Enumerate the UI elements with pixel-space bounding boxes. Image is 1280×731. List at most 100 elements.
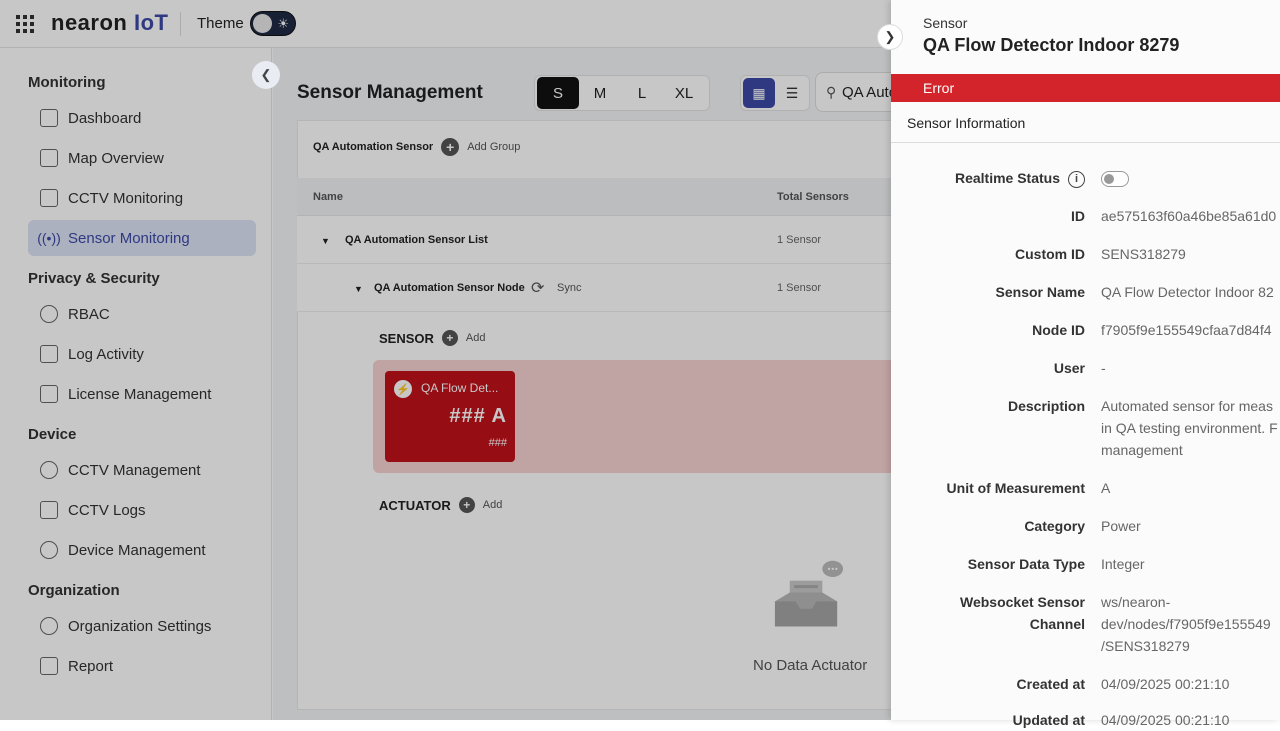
sidebar-item-license-management[interactable]: License Management bbox=[28, 376, 256, 412]
chevron-left-icon: ❮ bbox=[260, 67, 272, 82]
section-title-monitoring: Monitoring bbox=[28, 74, 106, 91]
field-value-description-line1: Automated sensor for meas bbox=[1101, 398, 1273, 414]
sensor-section-title: SENSOR bbox=[379, 330, 434, 346]
sidebar-item-dashboard[interactable]: Dashboard bbox=[28, 100, 256, 136]
page-title: Sensor Management bbox=[297, 82, 483, 103]
divider bbox=[891, 142, 1280, 143]
sync-icon[interactable]: ⟳ bbox=[531, 278, 544, 298]
sun-icon: ☀ bbox=[277, 16, 289, 31]
sidebar-item-cctv-monitoring[interactable]: CCTV Monitoring bbox=[28, 180, 256, 216]
sidebar-item-label: CCTV Logs bbox=[68, 501, 146, 519]
sidebar-collapse-button[interactable]: ❮ bbox=[252, 61, 280, 89]
realtime-status-label: Realtime Status i bbox=[955, 167, 1085, 189]
field-label-websocket-line1: Websocket Sensor bbox=[959, 594, 1085, 610]
row-name: QA Automation Sensor Node bbox=[374, 282, 525, 294]
add-actuator-button[interactable]: + bbox=[458, 497, 475, 513]
field-label-node-id: Node ID bbox=[1032, 322, 1085, 338]
field-label-sensor-name: Sensor Name bbox=[995, 284, 1085, 300]
info-icon[interactable]: i bbox=[1068, 170, 1085, 188]
size-m-button[interactable]: M bbox=[579, 77, 621, 109]
drawer-kind: Sensor bbox=[923, 15, 968, 31]
add-actuator-label[interactable]: Add bbox=[483, 499, 503, 511]
map-icon bbox=[40, 149, 58, 167]
dots-grid-icon bbox=[40, 461, 58, 479]
column-header-name: Name bbox=[313, 191, 343, 203]
sidebar-item-label: Organization Settings bbox=[68, 617, 212, 635]
column-header-total-sensors: Total Sensors bbox=[777, 191, 849, 203]
sidebar-item-sensor-monitoring[interactable]: ((•)) Sensor Monitoring bbox=[28, 220, 256, 256]
chevron-right-icon: ❯ bbox=[884, 29, 896, 44]
camera-icon bbox=[40, 189, 58, 207]
sidebar-item-report[interactable]: Report bbox=[28, 648, 256, 684]
field-value-description-line3: management bbox=[1101, 442, 1183, 458]
list-view-button[interactable]: ☰ bbox=[776, 78, 808, 108]
table-row[interactable]: ▼ QA Automation Sensor List 1 Sensor bbox=[297, 216, 907, 264]
size-xl-button[interactable]: XL bbox=[663, 77, 705, 109]
sidebar-item-label: CCTV Management bbox=[68, 461, 201, 479]
actuator-section-header: ACTUATOR + Add bbox=[379, 497, 502, 513]
sidebar-item-log-activity[interactable]: Log Activity bbox=[28, 336, 256, 372]
add-sensor-label[interactable]: Add bbox=[466, 332, 486, 344]
field-label-updated-at: Updated at bbox=[1012, 712, 1085, 728]
sensor-card-value: ### A bbox=[449, 405, 507, 427]
field-label-data-type: Sensor Data Type bbox=[967, 556, 1085, 572]
realtime-status-toggle[interactable] bbox=[1101, 171, 1129, 187]
report-icon bbox=[40, 657, 58, 675]
license-icon bbox=[40, 385, 58, 403]
sidebar-item-rbac[interactable]: RBAC bbox=[28, 296, 256, 332]
sidebar-item-label: Dashboard bbox=[68, 109, 142, 127]
field-label-websocket-line2: Channel bbox=[1029, 616, 1085, 632]
field-value-unit: A bbox=[1101, 480, 1111, 496]
sidebar-item-device-management[interactable]: Device Management bbox=[28, 532, 256, 568]
toggle-knob bbox=[1104, 174, 1114, 184]
field-label-user: User bbox=[1053, 360, 1085, 376]
list-icon: ☰ bbox=[785, 84, 799, 101]
field-label-unit: Unit of Measurement bbox=[946, 480, 1085, 496]
gear-icon bbox=[40, 617, 58, 635]
add-sensor-button[interactable]: + bbox=[441, 330, 458, 346]
field-value-updated-at: 04/09/2025 00:21:10 bbox=[1101, 712, 1230, 728]
sidebar-item-label: Device Management bbox=[68, 541, 206, 559]
size-selector: S M L XL bbox=[534, 75, 710, 111]
field-label-custom-id: Custom ID bbox=[1015, 246, 1085, 262]
add-group-label[interactable]: Add Group bbox=[467, 141, 520, 153]
add-group-button[interactable]: + bbox=[441, 138, 460, 156]
error-text: Error bbox=[923, 80, 955, 96]
theme-label: Theme bbox=[197, 15, 244, 32]
size-s-button[interactable]: S bbox=[537, 77, 579, 109]
section-title-device: Device bbox=[28, 426, 77, 443]
app-grid-icon[interactable] bbox=[16, 15, 34, 33]
sidebar-item-cctv-logs[interactable]: CCTV Logs bbox=[28, 492, 256, 528]
section-title-organization: Organization bbox=[28, 582, 120, 599]
logo-main: nearon bbox=[51, 10, 128, 35]
sidebar-item-label: Log Activity bbox=[68, 345, 144, 363]
field-value-user: - bbox=[1101, 360, 1106, 376]
sensor-information-header: Sensor Information bbox=[907, 115, 1026, 131]
row-name: QA Automation Sensor List bbox=[345, 234, 488, 246]
field-value-data-type: Integer bbox=[1101, 556, 1145, 572]
drawer-close-button[interactable]: ❯ bbox=[877, 24, 903, 50]
field-value-websocket-line3: /SENS318279 bbox=[1101, 638, 1190, 654]
app-logo[interactable]: nearon IoT bbox=[51, 10, 168, 36]
field-value-created-at: 04/09/2025 00:21:10 bbox=[1101, 676, 1230, 692]
grid-view-button[interactable]: ▦ bbox=[743, 78, 775, 108]
section-title-privacy-security: Privacy & Security bbox=[28, 270, 160, 287]
sidebar-item-label: License Management bbox=[68, 385, 212, 403]
table-row[interactable]: ▼ QA Automation Sensor Node ⟳ Sync 1 Sen… bbox=[297, 264, 907, 312]
error-banner: Error bbox=[891, 74, 1280, 102]
sync-label[interactable]: Sync bbox=[557, 282, 581, 294]
size-l-button[interactable]: L bbox=[621, 77, 663, 109]
search-icon: ⚲ bbox=[826, 84, 837, 100]
caret-down-icon[interactable]: ▼ bbox=[321, 236, 330, 246]
toggle-knob bbox=[253, 14, 272, 33]
field-value-websocket-line1: ws/nearon- bbox=[1101, 594, 1171, 610]
drawer-title: QA Flow Detector Indoor 8279 bbox=[923, 35, 1180, 55]
sidebar-item-cctv-management[interactable]: CCTV Management bbox=[28, 452, 256, 488]
caret-down-icon[interactable]: ▼ bbox=[354, 284, 363, 294]
theme-toggle[interactable]: ☀ bbox=[250, 11, 296, 36]
sensor-card[interactable]: ⚡ QA Flow Det... ### A ### bbox=[385, 371, 515, 462]
sidebar-item-label: Map Overview bbox=[68, 149, 164, 167]
sidebar-item-organization-settings[interactable]: Organization Settings bbox=[28, 608, 256, 644]
field-value-sensor-name: QA Flow Detector Indoor 82 bbox=[1101, 284, 1274, 300]
sidebar-item-map-overview[interactable]: Map Overview bbox=[28, 140, 256, 176]
